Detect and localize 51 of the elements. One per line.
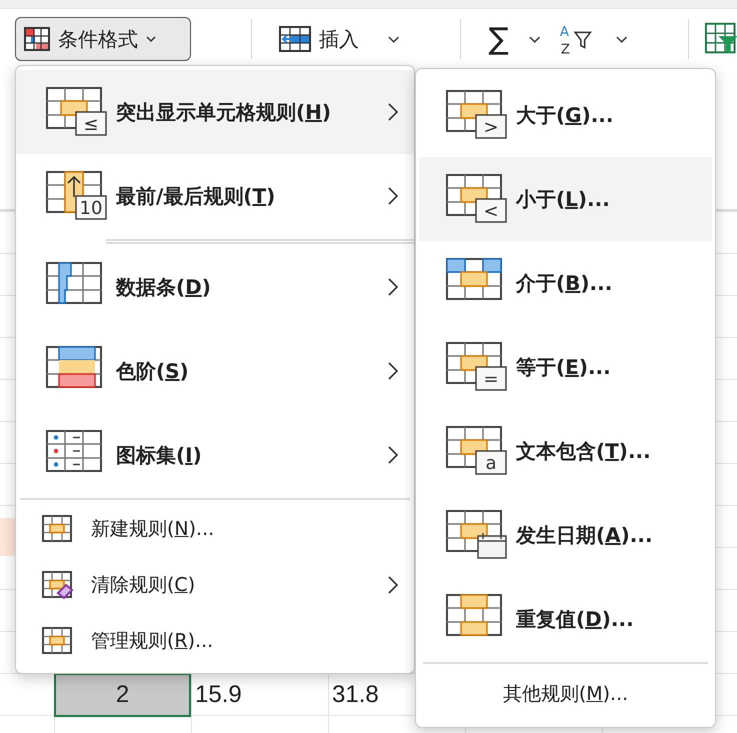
chevron-down-icon: [146, 35, 156, 43]
symbol-label: 10: [80, 198, 102, 219]
menu-item[interactable]: = 等于(E)...: [419, 325, 712, 409]
table-insert-icon: [279, 26, 312, 52]
menu-item[interactable]: 10 最前/最后规则(T): [16, 154, 414, 238]
menu-item[interactable]: 清除规则(C): [16, 557, 414, 613]
menu-item[interactable]: > 大于(G)...: [419, 73, 712, 157]
table-highlight-icon: [446, 426, 507, 475]
table-highlight-icon: [42, 515, 74, 543]
table-rows-icon: [446, 594, 502, 636]
sort-letter: A: [560, 25, 570, 40]
menu-item[interactable]: < 小于(L)...: [419, 157, 712, 241]
conditional-format-button[interactable]: 条件格式: [15, 17, 192, 61]
data-bar-icon: [46, 262, 102, 304]
menu-item[interactable]: ≤ 突出显示单元格规则(H): [16, 70, 414, 154]
menu-item[interactable]: a 文本包含(T)...: [419, 409, 712, 493]
chevron-down-icon[interactable]: [388, 35, 400, 43]
table-filter-icon[interactable]: [704, 22, 737, 56]
menu-item[interactable]: 色阶(S): [16, 329, 414, 413]
table-eraser-icon: [42, 571, 74, 599]
filter-icon[interactable]: [574, 32, 592, 49]
autosum-button[interactable]: ∑: [488, 22, 509, 56]
symbol-label: a: [485, 453, 497, 474]
menu-item[interactable]: 数据条(D): [16, 245, 414, 329]
menu-item[interactable]: 其他规则(M)...: [419, 665, 712, 723]
sort-letter: Z: [561, 42, 570, 56]
table-highlight-icon: [446, 174, 507, 223]
symbol-label: >: [483, 117, 499, 138]
table-cell[interactable]: 2: [54, 673, 191, 717]
table-highlight-icon: [46, 87, 107, 136]
table-calendar-icon: [446, 510, 507, 559]
table-color-icon: [24, 27, 50, 51]
menu-item[interactable]: 图标集(I): [16, 413, 414, 497]
table-arrow-icon: [46, 171, 107, 220]
symbol-label: ≤: [83, 114, 99, 135]
table-highlight-icon: [446, 258, 502, 300]
menu-item[interactable]: 管理规则(R)...: [16, 613, 414, 669]
menu-item[interactable]: 新建规则(N)...: [16, 501, 414, 557]
menu-item[interactable]: 重复值(D)...: [419, 577, 712, 661]
menu-item[interactable]: 发生日期(A)...: [419, 493, 712, 577]
table-cell[interactable]: 15.9: [191, 673, 328, 717]
color-scale-icon: [46, 346, 102, 388]
menu-item[interactable]: 介于(B)...: [419, 241, 712, 325]
symbol-label: =: [483, 369, 499, 390]
chevron-down-icon[interactable]: [528, 35, 540, 43]
symbol-label: <: [483, 201, 499, 222]
table-dots-icon: [46, 430, 102, 472]
chevron-down-icon[interactable]: [616, 35, 628, 43]
table-highlight-icon: [446, 90, 507, 139]
insert-button[interactable]: 插入: [270, 17, 368, 61]
table-highlight-icon: [446, 342, 507, 391]
